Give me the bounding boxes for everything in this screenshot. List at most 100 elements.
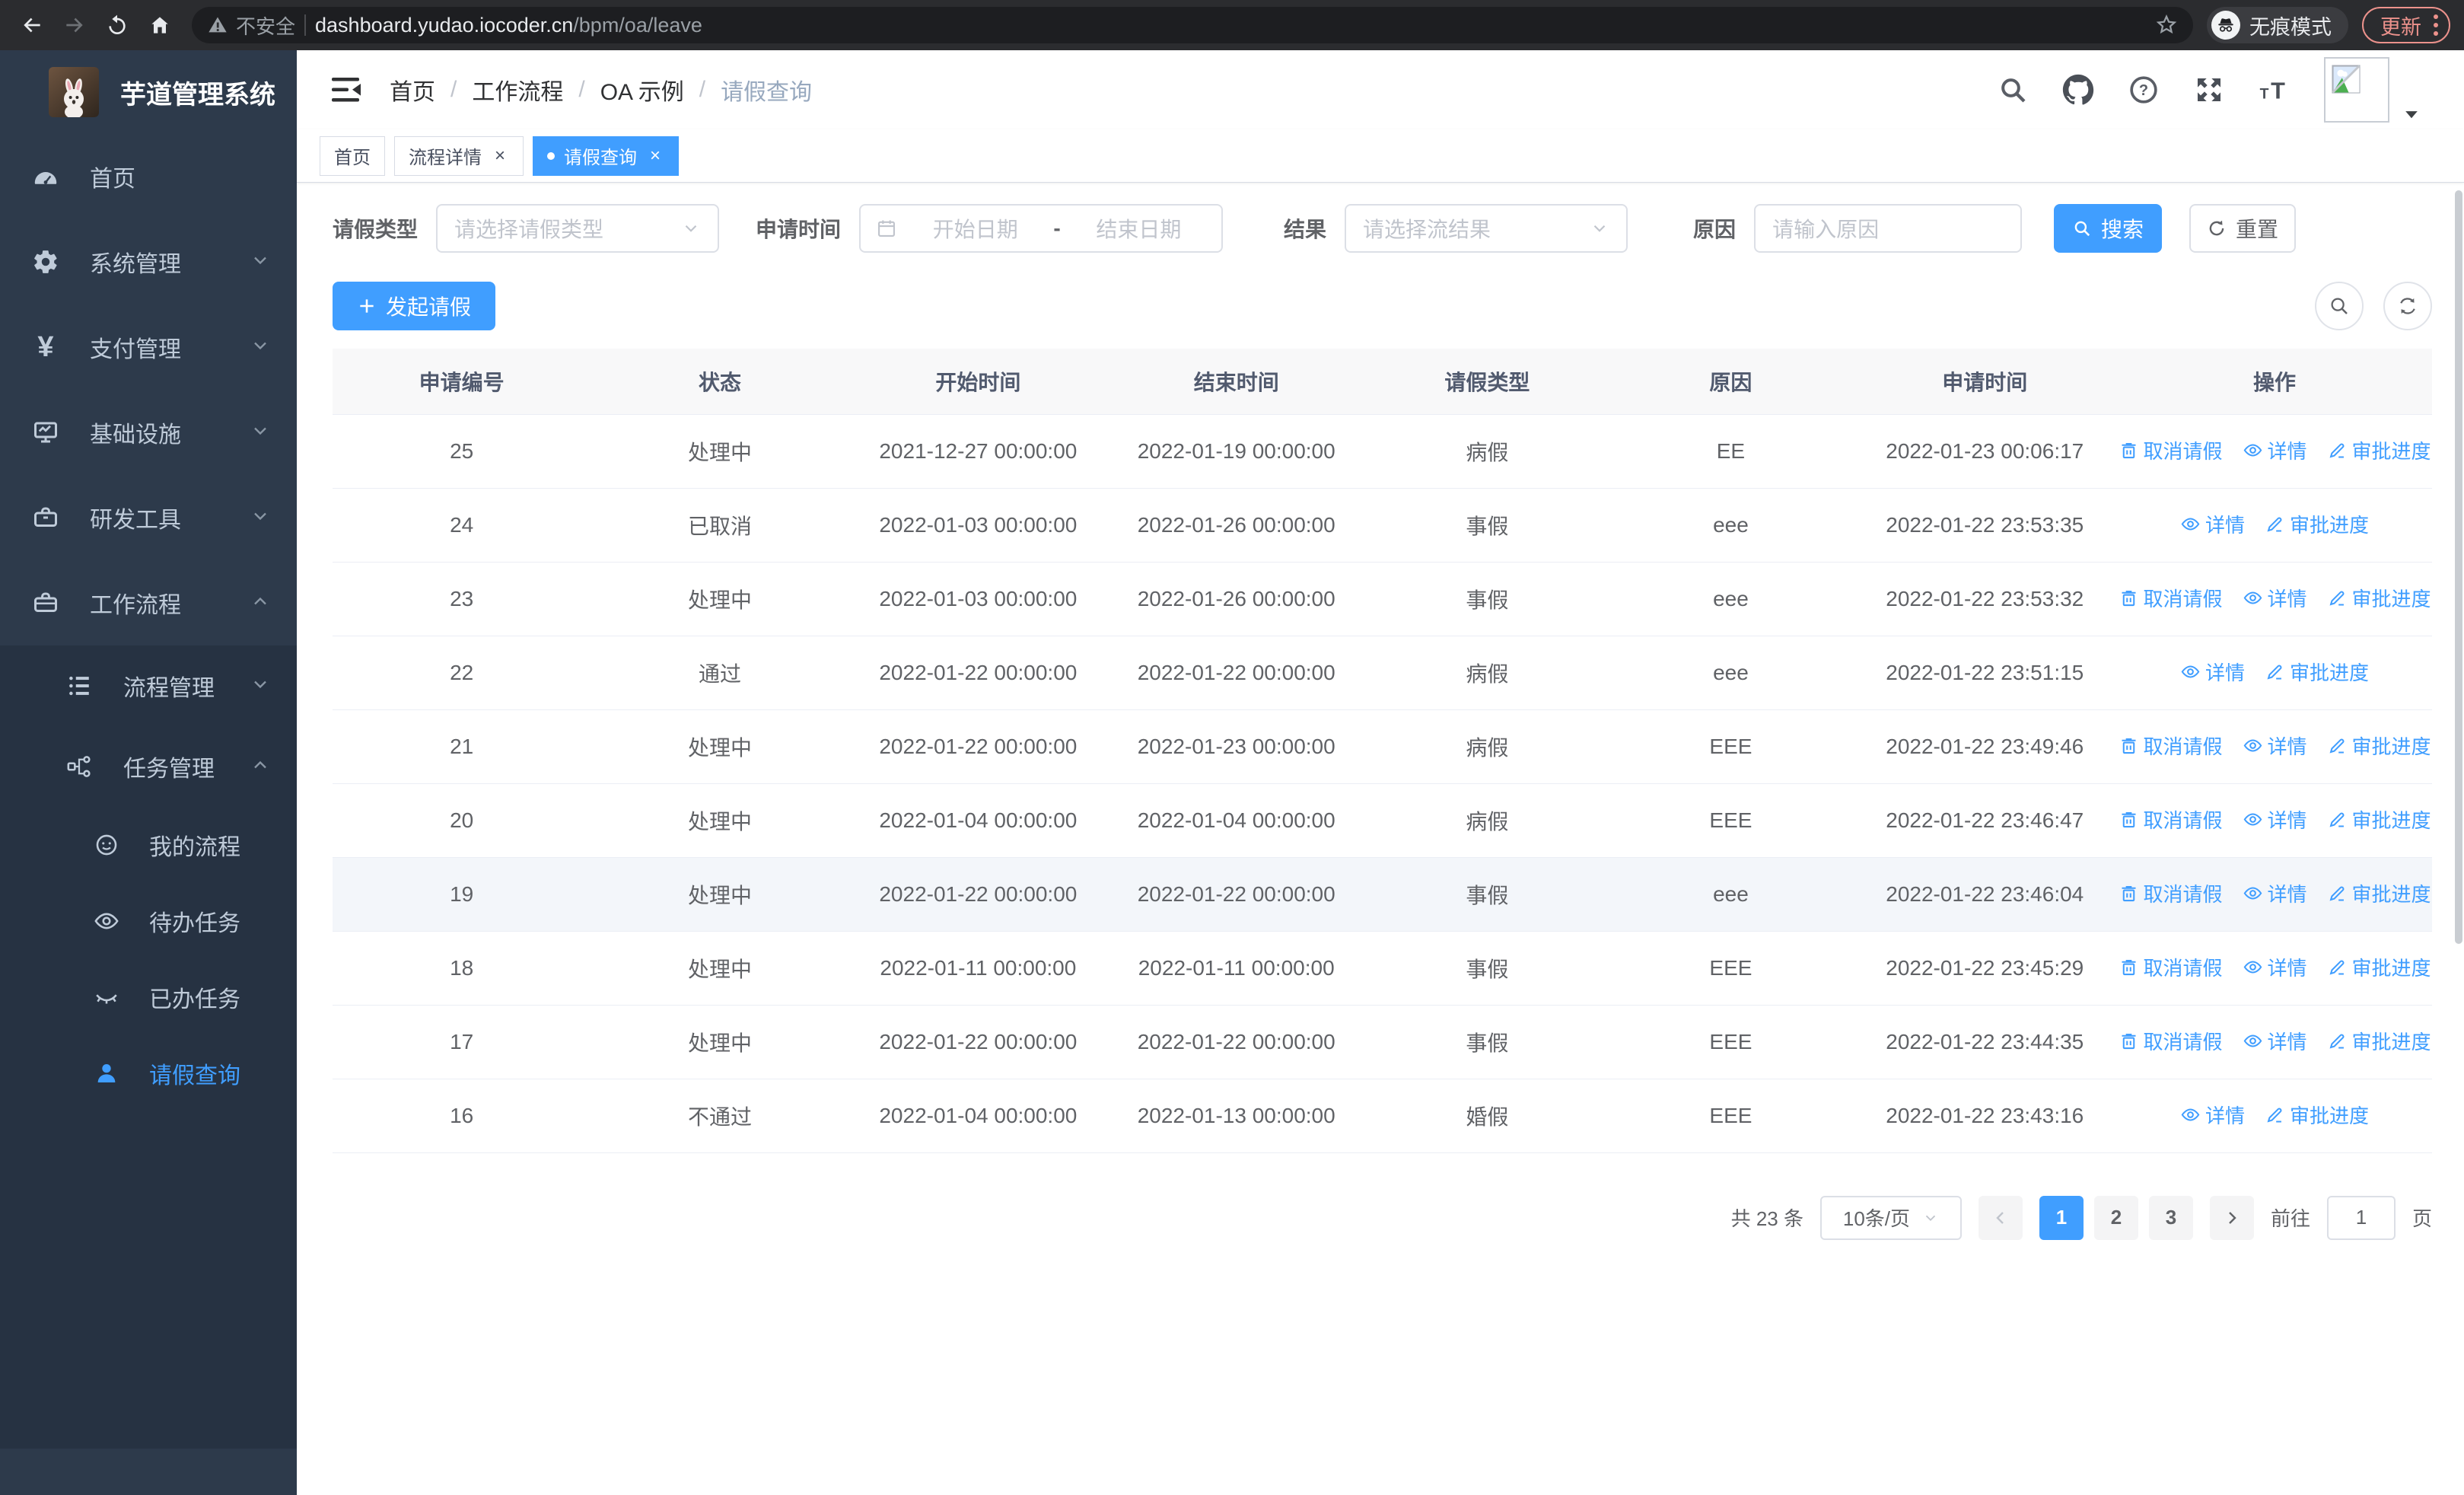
cancel-leave-link[interactable]: 取消请假 (2119, 584, 2223, 612)
back-arrow-icon (24, 18, 40, 33)
user-avatar[interactable] (2324, 57, 2421, 123)
browser-forward-button[interactable] (56, 7, 93, 43)
detail-link[interactable]: 详情 (2180, 1101, 2245, 1129)
sidebar-item-dev-tools[interactable]: 研发工具 (0, 475, 297, 560)
reset-button[interactable]: 重置 (2189, 204, 2297, 253)
scrollbar[interactable] (2455, 190, 2462, 944)
cell-reason: EEE (1609, 709, 1853, 784)
tag-leave-query[interactable]: 请假查询 × (533, 135, 679, 176)
help-icon[interactable]: ? (2128, 74, 2160, 106)
sidebar-item-task-management[interactable]: 任务管理 (0, 726, 297, 807)
sidebar-item-payment[interactable]: ¥ 支付管理 (0, 304, 297, 390)
cell-apply-time: 2022-01-22 23:46:47 (1852, 783, 2118, 858)
page-buttons: 123 (2039, 1195, 2193, 1240)
detail-link[interactable]: 详情 (2243, 805, 2307, 834)
detail-link[interactable]: 详情 (2243, 584, 2307, 612)
table-header-row: 申请编号 状态 开始时间 结束时间 请假类型 原因 申请时间 操作 (333, 349, 2432, 415)
approval-progress-link[interactable]: 审批进度 (2265, 1101, 2369, 1129)
approval-progress-link[interactable]: 审批进度 (2327, 1027, 2431, 1055)
approval-progress-link[interactable]: 审批进度 (2327, 805, 2431, 834)
svg-text:?: ? (2139, 82, 2148, 99)
prev-page-button[interactable] (1978, 1195, 2023, 1240)
approval-progress-link[interactable]: 审批进度 (2265, 658, 2369, 686)
table-toolbar: 发起请假 (333, 282, 2432, 330)
breadcrumb-item[interactable]: 首页 (390, 73, 435, 107)
search-icon (2331, 298, 2348, 314)
cancel-leave-link[interactable]: 取消请假 (2119, 436, 2223, 464)
detail-link[interactable]: 详情 (2243, 1027, 2307, 1055)
sidebar-item-workflow[interactable]: 工作流程 (0, 560, 297, 645)
cancel-leave-link[interactable]: 取消请假 (2119, 953, 2223, 981)
tag-process-detail[interactable]: 流程详情 × (394, 135, 524, 176)
page-button-1[interactable]: 1 (2039, 1195, 2084, 1240)
sidebar-item-infrastructure[interactable]: 基础设施 (0, 390, 297, 475)
cancel-leave-link[interactable]: 取消请假 (2119, 1027, 2223, 1055)
detail-link[interactable]: 详情 (2180, 510, 2245, 538)
close-icon[interactable]: × (491, 145, 509, 167)
leave-type-select[interactable]: 请选择请假类型 (436, 204, 720, 253)
next-page-button[interactable] (2209, 1195, 2254, 1240)
approval-progress-link[interactable]: 审批进度 (2327, 953, 2431, 981)
sidebar-logo[interactable]: 芋道管理系统 (0, 50, 297, 134)
column-header: 原因 (1609, 349, 1853, 415)
sidebar-item-process-management[interactable]: 流程管理 (0, 645, 297, 726)
breadcrumb-item[interactable]: 工作流程 (472, 73, 563, 107)
approval-progress-link[interactable]: 审批进度 (2327, 879, 2431, 907)
approval-progress-link[interactable]: 审批进度 (2327, 732, 2431, 760)
detail-link[interactable]: 详情 (2180, 658, 2245, 686)
cell-status: 处理中 (591, 931, 849, 1006)
apply-time-range-picker[interactable]: 开始日期 - 结束日期 (859, 204, 1224, 253)
reason-input[interactable]: 请输入原因 (1754, 204, 2023, 253)
result-select[interactable]: 请选择流结果 (1345, 204, 1628, 253)
search-icon[interactable] (1997, 74, 2029, 106)
browser-reload-button[interactable] (99, 7, 135, 43)
sidebar: 芋道管理系统 首页 系统管理 ¥ 支付管理 基础设施 研发工具 工作流程 流程管… (0, 50, 297, 1495)
close-icon[interactable]: × (646, 145, 664, 167)
detail-link[interactable]: 详情 (2243, 879, 2307, 907)
browser-home-button[interactable] (142, 7, 178, 43)
detail-link[interactable]: 详情 (2243, 436, 2307, 464)
sidebar-item-my-processes[interactable]: 我的流程 (0, 807, 297, 883)
sidebar-item-done-tasks[interactable]: 已办任务 (0, 959, 297, 1035)
refresh-table-button[interactable] (2383, 282, 2432, 330)
cancel-leave-link[interactable]: 取消请假 (2119, 805, 2223, 834)
detail-link[interactable]: 详情 (2243, 953, 2307, 981)
cell-actions: 详情 审批进度 (2117, 1079, 2432, 1153)
sidebar-item-leave-query[interactable]: 请假查询 (0, 1035, 297, 1111)
fullscreen-icon[interactable] (2193, 74, 2225, 106)
detail-link[interactable]: 详情 (2243, 732, 2307, 760)
goto-page-input[interactable] (2326, 1195, 2396, 1240)
bookmark-star-icon[interactable] (2155, 14, 2178, 37)
browser-menu-icon[interactable] (2434, 14, 2438, 36)
trash-icon (2122, 443, 2135, 459)
page-button-3[interactable]: 3 (2148, 1195, 2193, 1240)
leave-type-label: 请假类型 (333, 218, 419, 241)
breadcrumb-item[interactable]: OA 示例 (600, 73, 684, 107)
cell-actions: 取消请假 详情 审批进度 (2117, 931, 2432, 1006)
page-size-select[interactable]: 10条/页 (1819, 1195, 1962, 1240)
approval-progress-link[interactable]: 审批进度 (2327, 436, 2431, 464)
create-leave-button[interactable]: 发起请假 (333, 282, 496, 330)
approval-progress-link[interactable]: 审批进度 (2265, 510, 2369, 538)
sidebar-item-home[interactable]: 首页 (0, 134, 297, 219)
chevron-up-icon (250, 754, 271, 779)
sidebar-item-todo-tasks[interactable]: 待办任务 (0, 883, 297, 959)
cancel-leave-link[interactable]: 取消请假 (2119, 879, 2223, 907)
sidebar-item-system[interactable]: 系统管理 (0, 219, 297, 304)
cancel-leave-link[interactable]: 取消请假 (2119, 732, 2223, 760)
browser-back-button[interactable] (14, 7, 50, 43)
toggle-search-button[interactable] (2315, 282, 2364, 330)
search-button[interactable]: 搜索 (2054, 204, 2163, 253)
cell-apply-time: 2022-01-22 23:46:04 (1852, 857, 2118, 932)
github-icon[interactable] (2062, 74, 2094, 106)
cell-end-time: 2022-01-22 00:00:00 (1107, 1005, 1366, 1079)
browser-update-button[interactable]: 更新 (2362, 7, 2450, 43)
pen-icon (2329, 960, 2345, 975)
font-size-icon[interactable]: TT (2259, 74, 2291, 106)
security-chip[interactable]: 不安全 (207, 11, 295, 40)
sidebar-collapse-button[interactable] (330, 75, 364, 105)
page-button-2[interactable]: 2 (2093, 1195, 2138, 1240)
address-bar[interactable]: 不安全 dashboard.yudao.iocoder.cn/bpm/oa/le… (192, 7, 2193, 43)
approval-progress-link[interactable]: 审批进度 (2327, 584, 2431, 612)
tag-home[interactable]: 首页 (320, 135, 385, 176)
